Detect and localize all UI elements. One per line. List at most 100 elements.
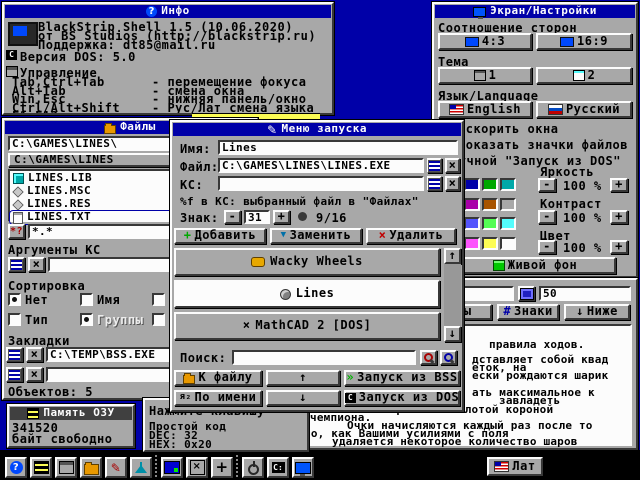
live-background-button[interactable]: Живой фон [454,257,616,274]
sort-label: Сортировка [8,279,86,293]
color-value: 100 % [563,241,602,255]
memory-titlebar[interactable]: Память ОЗУ [10,407,132,420]
file-icon-txt [13,211,23,224]
brightness-minus-button[interactable]: - [538,178,556,192]
sort-extra2-radio[interactable] [152,313,165,326]
help-icon-button[interactable]: ? [5,457,27,478]
ks-input[interactable] [218,176,424,191]
launch-item[interactable]: × MathCAD 2 [DOS] [174,312,440,340]
delete-button[interactable]: × Удалить [366,228,456,244]
palette-swatch[interactable] [500,178,516,191]
palette-swatch[interactable] [482,178,498,191]
add-button[interactable]: + Добавить [174,228,266,244]
args-list-button[interactable] [8,257,25,272]
viewer-knob-button[interactable] [518,286,535,301]
power-icon [247,461,260,475]
contrast-minus-button[interactable]: - [538,210,556,224]
aspect-169-button[interactable]: 16:9 [536,33,632,50]
palette-swatch[interactable] [482,236,498,250]
replace-button[interactable]: ▼ Заменить [270,228,362,244]
lang-english-label: English [466,101,522,116]
sign-plus-button[interactable]: + [273,210,290,224]
lang-english-button[interactable]: English [438,101,532,118]
search-input[interactable] [232,350,416,365]
color-plus-button[interactable]: + [610,240,628,254]
objects-count: Объектов: 5 [8,385,93,399]
hotkeys-table: Tab,Ctrl+Tab - перемещение фокуса Alt+Tab -… [12,75,330,113]
to-file-button[interactable]: К файлу [174,370,262,386]
viewer-number-input[interactable] [539,286,631,301]
folder-icon-button[interactable] [80,457,102,478]
file-input[interactable] [218,158,424,173]
info-titlebar[interactable]: ? Инфо [5,5,331,18]
move-icon-button[interactable]: + [211,457,233,478]
memory-icon-button[interactable] [30,457,52,478]
dos-icon-button[interactable]: C: [267,457,289,478]
power-icon-button[interactable] [242,457,264,478]
palette-swatch[interactable] [482,217,498,230]
bookmark1-clear-button[interactable]: × [26,347,43,362]
sort-type-radio[interactable] [8,313,21,326]
display-icon-button[interactable] [292,457,314,478]
to-file-label: К файлу [198,370,253,385]
lower-button[interactable]: ↓ Ниже [564,304,630,320]
contrast-plus-button[interactable]: + [610,210,628,224]
by-name-button[interactable]: я₂ По имени [174,390,262,406]
aspect-43-button[interactable]: 4:3 [438,33,532,50]
palette-swatch[interactable] [500,197,516,211]
launch-item[interactable]: Wacky Wheels [174,248,440,276]
brightness-plus-button[interactable]: + [610,178,628,192]
move-up-button[interactable]: ↑ [266,370,340,386]
keyboard-layout-button[interactable]: Лат [487,457,543,476]
palette-swatch[interactable] [464,197,480,211]
bookmark2-clear-button[interactable]: × [26,367,43,382]
scroll-up-button[interactable]: ↑ [444,248,461,264]
sort-name-radio[interactable] [80,293,93,306]
mask-button[interactable]: *? [8,224,25,239]
color-minus-button[interactable]: - [538,240,556,254]
settings-titlebar[interactable]: Экран/Настройки [435,5,635,19]
launch-item[interactable]: Lines [174,280,440,308]
signs-button[interactable]: # Знаки [497,304,559,320]
palette-swatch[interactable] [464,217,480,230]
palette-swatch[interactable] [500,217,516,230]
minus-icon: - [543,177,551,192]
name-input[interactable] [218,140,458,155]
file-clear-button[interactable]: × [445,158,460,173]
palette-swatch[interactable] [464,178,480,191]
file-list-button[interactable] [427,158,442,173]
screen-icon-button[interactable] [161,457,183,478]
palette-swatch[interactable] [464,236,480,250]
up-arrow-icon: ↑ [448,248,457,263]
ks-list-button[interactable] [427,176,442,191]
ks-clear-button[interactable]: × [445,176,460,191]
pencil-icon-button[interactable]: ✎ [105,457,127,478]
move-down-button[interactable]: ↓ [266,390,340,406]
maximize-icon-button[interactable]: × [186,457,208,478]
theme-1-button[interactable]: 1 [438,67,532,84]
taskbar-separator [155,455,157,479]
sign-minus-button[interactable]: - [224,210,241,224]
search-next-button[interactable] [420,350,437,365]
run-dos-button[interactable]: C Запуск из DOS [344,390,460,406]
flask-icon-button[interactable] [130,457,152,478]
palette-swatch[interactable] [482,197,498,211]
palette-swatch[interactable] [500,236,516,250]
cross-icon: × [242,318,251,333]
theme-2-button[interactable]: 2 [536,67,632,84]
scrollbar-track[interactable] [444,264,461,326]
window-icon-button[interactable] [55,457,77,478]
search-prev-button[interactable] [440,350,457,365]
bookmark2-list-button[interactable] [6,367,23,382]
memory-free-label: байт свободно [12,432,113,446]
bookmark1-list-button[interactable] [6,347,23,362]
launch-titlebar[interactable]: ✎ Меню запуска [173,123,461,136]
scroll-down-button[interactable]: ↓ [444,326,461,342]
sort-extra-radio[interactable] [152,293,165,306]
args-clear-button[interactable]: × [28,257,45,272]
sort-none-radio[interactable] [8,293,21,306]
lang-russian-button[interactable]: Русский [536,101,632,118]
sign-input[interactable] [244,210,270,224]
run-bss-button[interactable]: » Запуск из BSS [344,370,460,386]
sort-groups-radio[interactable] [80,313,93,326]
